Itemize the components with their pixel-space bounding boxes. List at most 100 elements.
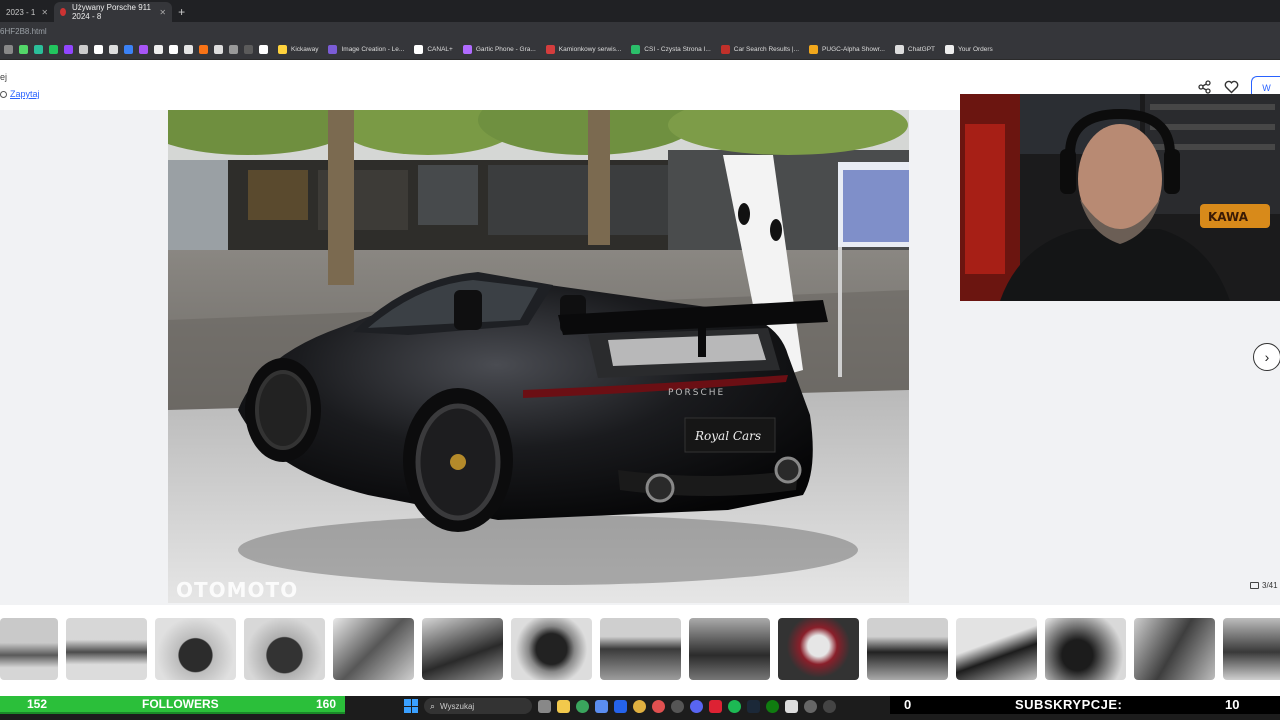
thumbnail[interactable] [1045,618,1126,680]
taskbar-search-placeholder: Wyszukaj [440,701,475,711]
bookmark-label: Gartic Phone - Gra... [475,46,536,53]
close-icon[interactable]: ✕ [159,8,166,17]
tab-label: 2023 - 1 [6,7,36,17]
main-car-photo[interactable]: PORSCHE Royal Cars OTOMOTO [168,110,909,603]
tab-label: Używany Porsche 911 2024 - 8 [71,3,151,21]
taskbar-search[interactable]: ⌕ Wyszukaj [424,698,532,714]
bookmark-kamionkowy[interactable]: Kamionkowy serwis... [545,45,622,54]
thumbnail[interactable] [778,618,859,680]
app-icon[interactable] [614,699,627,713]
bookmark-icon[interactable] [124,45,133,54]
bookmark-icon[interactable] [64,45,73,54]
taskbar-icons: ⌕ Wyszukaj [404,698,836,714]
new-tab-button[interactable]: + [172,2,191,22]
taskbar: 152 FOLLOWERS 160 ⌕ Wyszukaj 0 SUBSKRYPC… [0,696,1280,720]
photo-counter-text: 3/41 [1262,581,1278,590]
browser-tab-strip: 2023 - 1 ✕ Używany Porsche 911 2024 - 8 … [0,0,1280,22]
bookmark-icon[interactable] [214,45,223,54]
bookmark-icon[interactable] [79,45,88,54]
thumbnail[interactable] [600,618,681,680]
bookmark-kickaway[interactable]: Kickaway [278,45,318,54]
bookmark-csi[interactable]: CSI - Czysta Strona I... [631,45,711,54]
bookmark-icon[interactable] [244,45,253,54]
bookmark-icon[interactable] [49,45,58,54]
followers-bar-underline [0,712,345,714]
url-text: 6HF2B8.html [0,26,47,36]
bookmark-icon [631,45,641,54]
address-bar[interactable]: 6HF2B8.html [0,22,1280,40]
thumbnail[interactable] [66,618,147,680]
app-icon[interactable] [652,699,665,713]
next-photo-button[interactable]: › [1253,343,1280,371]
bookmark-icon[interactable] [139,45,148,54]
thumbnail[interactable] [155,618,236,680]
thumbnail[interactable] [422,618,503,680]
bookmark-icon [894,45,904,54]
thumbnail[interactable] [0,618,58,680]
thumbnail[interactable] [867,618,948,680]
subs-goal: 10 [1225,697,1240,712]
bookmarks-bar: Kickaway Image Creation - Le... CANAL+ G… [0,40,1280,60]
bookmark-icon[interactable] [34,45,43,54]
subscriptions-goal-bar: 0 SUBSKRYPCJE: 10 [890,696,1280,714]
app-icon[interactable] [823,699,836,713]
plate-text: Royal Cars [694,429,761,443]
question-icon [0,90,7,98]
app-icon[interactable] [804,699,817,713]
thumbnail[interactable] [1134,618,1215,680]
bookmark-gartic-phone[interactable]: Gartic Phone - Gra... [462,45,536,54]
webcam-overlay: KAWA [960,94,1280,301]
bookmark-label: Kamionkowy serwis... [558,46,622,53]
followers-current: 152 [27,697,48,711]
bookmark-icon[interactable] [109,45,118,54]
watermark: OTOMOTO [176,578,298,602]
bookmark-icon[interactable] [94,45,103,54]
bookmark-icon [545,45,555,54]
steam-icon[interactable] [747,699,760,713]
app-icon[interactable] [595,699,608,713]
xbox-icon[interactable] [766,699,779,713]
thumbnail[interactable] [1223,618,1280,680]
chrome-icon[interactable] [633,699,646,713]
windows-start-icon[interactable] [404,699,418,713]
discord-icon[interactable] [690,699,703,713]
camera-icon [1250,582,1259,589]
bookmark-image-creation[interactable]: Image Creation - Le... [328,45,404,54]
ask-link[interactable]: Zapytaj [0,89,40,99]
bookmark-icon [462,45,472,54]
tab-active[interactable]: Używany Porsche 911 2024 - 8 ✕ [54,2,173,22]
bookmark-pugc[interactable]: PUGC-Alpha Showr... [809,45,885,54]
bookmark-icon[interactable] [154,45,163,54]
thumbnail[interactable] [956,618,1037,680]
thumbnail-strip [0,618,1280,680]
bookmark-icon[interactable] [199,45,208,54]
search-icon: ⌕ [430,700,436,711]
bookmark-icon [414,45,424,54]
bookmark-icon[interactable] [229,45,238,54]
bookmark-chatgpt[interactable]: ChatGPT [894,45,935,54]
thumbnail[interactable] [511,618,592,680]
app-icon[interactable] [709,699,722,713]
app-icon[interactable] [576,699,589,713]
app-icon[interactable] [785,699,798,713]
close-icon[interactable]: ✕ [41,8,48,17]
task-view-icon[interactable] [538,699,551,713]
bookmark-car-search[interactable]: Car Search Results |... [720,45,799,54]
file-explorer-icon[interactable] [557,699,570,713]
tab-inactive[interactable]: 2023 - 1 ✕ [0,2,54,22]
bookmark-canal[interactable]: CANAL+ [414,45,453,54]
bookmark-icon[interactable] [259,45,268,54]
svg-text:PORSCHE: PORSCHE [668,388,725,398]
app-icon[interactable] [671,699,684,713]
bookmark-your-orders[interactable]: Your Orders [945,45,993,54]
bookmark-icon[interactable] [19,45,28,54]
thumbnail[interactable] [689,618,770,680]
ask-link-label: Zapytaj [10,89,40,99]
bookmark-icon[interactable] [169,45,178,54]
bookmark-icon[interactable] [4,45,13,54]
thumbnail[interactable] [333,618,414,680]
spotify-icon[interactable] [728,699,741,713]
thumbnail[interactable] [244,618,325,680]
bookmark-icon[interactable] [184,45,193,54]
bookmark-icon [720,45,730,54]
